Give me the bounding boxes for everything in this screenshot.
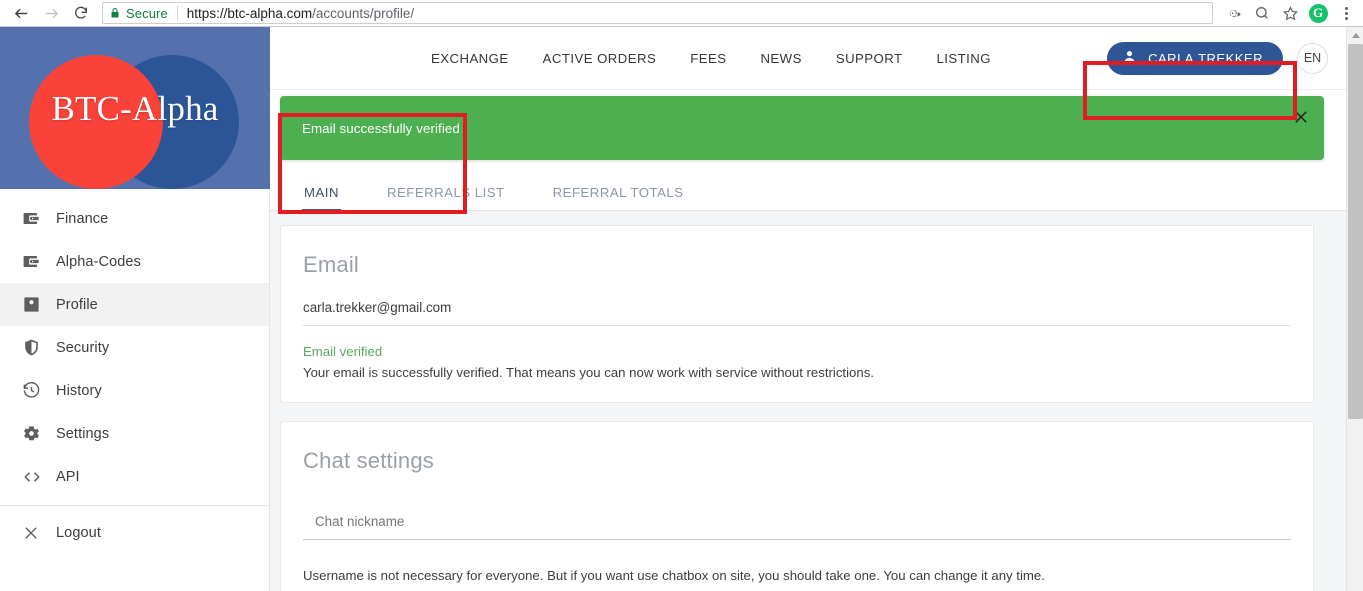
sidebar-item-logout[interactable]: Logout (0, 511, 269, 554)
chat-hint-text: Username is not necessary for everyone. … (303, 568, 1045, 583)
wallet-icon (22, 252, 56, 271)
user-account-button[interactable]: CARLA.TREKKER (1107, 41, 1283, 75)
sidebar-item-label: Finance (56, 210, 109, 227)
sidebar-item-label: Settings (56, 425, 110, 442)
forward-arrow-icon[interactable] (36, 0, 66, 27)
grammarly-icon[interactable]: G (1305, 0, 1331, 26)
person-icon (1121, 48, 1138, 68)
account-box-icon (22, 295, 56, 314)
back-arrow-icon[interactable] (6, 0, 36, 27)
profile-content: Email carla.trekker@gmail.com Email veri… (270, 211, 1346, 591)
sidebar-item-finance[interactable]: Finance (0, 197, 269, 240)
sidebar-item-api[interactable]: API (0, 455, 269, 498)
page-body: BTC-Alpha Finance Alpha-Codes Profile Se… (0, 27, 1363, 591)
lock-icon (109, 7, 121, 19)
top-nav-fees[interactable]: FEES (673, 51, 743, 66)
tab-referrals-list[interactable]: REFERRALS LIST (363, 185, 529, 210)
sidebar-item-profile[interactable]: Profile (0, 283, 269, 326)
kebab-dots (1344, 6, 1348, 20)
sidebar-item-label: History (56, 382, 102, 399)
url-host: https://btc-alpha.com (186, 5, 313, 21)
browser-toolbar-icons: G (1221, 0, 1363, 26)
chat-nickname-input[interactable] (303, 514, 1291, 540)
code-brackets-icon (22, 467, 56, 487)
email-verified-status: Email verified (303, 344, 383, 359)
secure-label: Secure (126, 5, 168, 21)
sidebar: BTC-Alpha Finance Alpha-Codes Profile Se… (0, 27, 270, 591)
language-label: EN (1303, 51, 1322, 65)
gear-icon (22, 424, 56, 443)
wallet-icon (22, 209, 56, 228)
sidebar-item-label: API (56, 468, 80, 485)
scrollbar-thumb[interactable] (1348, 44, 1363, 419)
success-alert: Email successfully verified (280, 96, 1324, 160)
email-hint-text: Your email is successfully verified. Tha… (303, 365, 874, 380)
top-right-actions: CARLA.TREKKER EN (1107, 41, 1346, 75)
logo[interactable]: BTC-Alpha (0, 27, 270, 189)
sidebar-item-label: Security (56, 339, 110, 356)
alert-region: Email successfully verified (270, 90, 1346, 172)
email-card-title: Email (303, 252, 360, 277)
kebab-menu-icon[interactable] (1333, 0, 1359, 26)
reload-icon[interactable] (66, 0, 96, 27)
top-nav-support[interactable]: SUPPORT (819, 51, 920, 66)
url-path: /accounts/profile/ (312, 5, 415, 21)
scroll-up-arrow-icon[interactable] (1347, 27, 1363, 44)
url-text: https://btc-alpha.com/accounts/profile/ (187, 6, 414, 21)
profile-tabs: MAIN REFERRALS LIST REFERRAL TOTALS (270, 172, 1346, 211)
user-account-label: CARLA.TREKKER (1148, 50, 1263, 66)
browser-toolbar: Secure https://btc-alpha.com/accounts/pr… (0, 0, 1363, 27)
top-navigation-bar: EXCHANGE ACTIVE ORDERS FEES NEWS SUPPORT… (270, 27, 1346, 90)
key-icon[interactable] (1221, 0, 1247, 26)
history-clock-icon (22, 381, 56, 400)
email-card: Email carla.trekker@gmail.com Email veri… (280, 225, 1314, 403)
top-nav-exchange[interactable]: EXCHANGE (414, 51, 526, 66)
sidebar-item-security[interactable]: Security (0, 326, 269, 369)
close-x-icon (22, 524, 56, 542)
omnibox-divider (176, 5, 178, 21)
tab-main[interactable]: MAIN (280, 185, 363, 211)
sidebar-item-label: Alpha-Codes (56, 253, 141, 270)
main-column: EXCHANGE ACTIVE ORDERS FEES NEWS SUPPORT… (270, 27, 1346, 591)
alert-message: Email successfully verified (302, 120, 460, 136)
top-nav-links: EXCHANGE ACTIVE ORDERS FEES NEWS SUPPORT… (414, 51, 1008, 66)
chat-settings-card: Chat settings Username is not necessary … (280, 421, 1314, 591)
sidebar-item-history[interactable]: History (0, 369, 269, 412)
sidebar-nav: Finance Alpha-Codes Profile Security His… (0, 189, 269, 554)
address-bar[interactable]: Secure https://btc-alpha.com/accounts/pr… (102, 2, 1213, 24)
tab-referral-totals[interactable]: REFERRAL TOTALS (529, 185, 708, 210)
sidebar-item-settings[interactable]: Settings (0, 412, 269, 455)
top-nav-news[interactable]: NEWS (743, 51, 818, 66)
close-x-icon[interactable] (1292, 108, 1310, 126)
logo-text: BTC-Alpha (51, 89, 219, 128)
shield-icon (22, 338, 56, 357)
sidebar-item-label: Logout (56, 524, 101, 541)
star-icon[interactable] (1277, 0, 1303, 26)
page-scrollbar[interactable] (1346, 27, 1363, 591)
sidebar-item-label: Profile (56, 296, 98, 313)
language-switcher-button[interactable]: EN (1297, 42, 1328, 74)
grammarly-glyph: G (1308, 3, 1328, 23)
top-nav-listing[interactable]: LISTING (920, 51, 1008, 66)
top-nav-active-orders[interactable]: ACTIVE ORDERS (526, 51, 674, 66)
sidebar-item-alpha-codes[interactable]: Alpha-Codes (0, 240, 269, 283)
magnifier-icon[interactable] (1249, 0, 1275, 26)
sidebar-divider (0, 505, 269, 506)
chat-card-title: Chat settings (303, 448, 435, 473)
email-field-value[interactable]: carla.trekker@gmail.com (303, 300, 1291, 326)
